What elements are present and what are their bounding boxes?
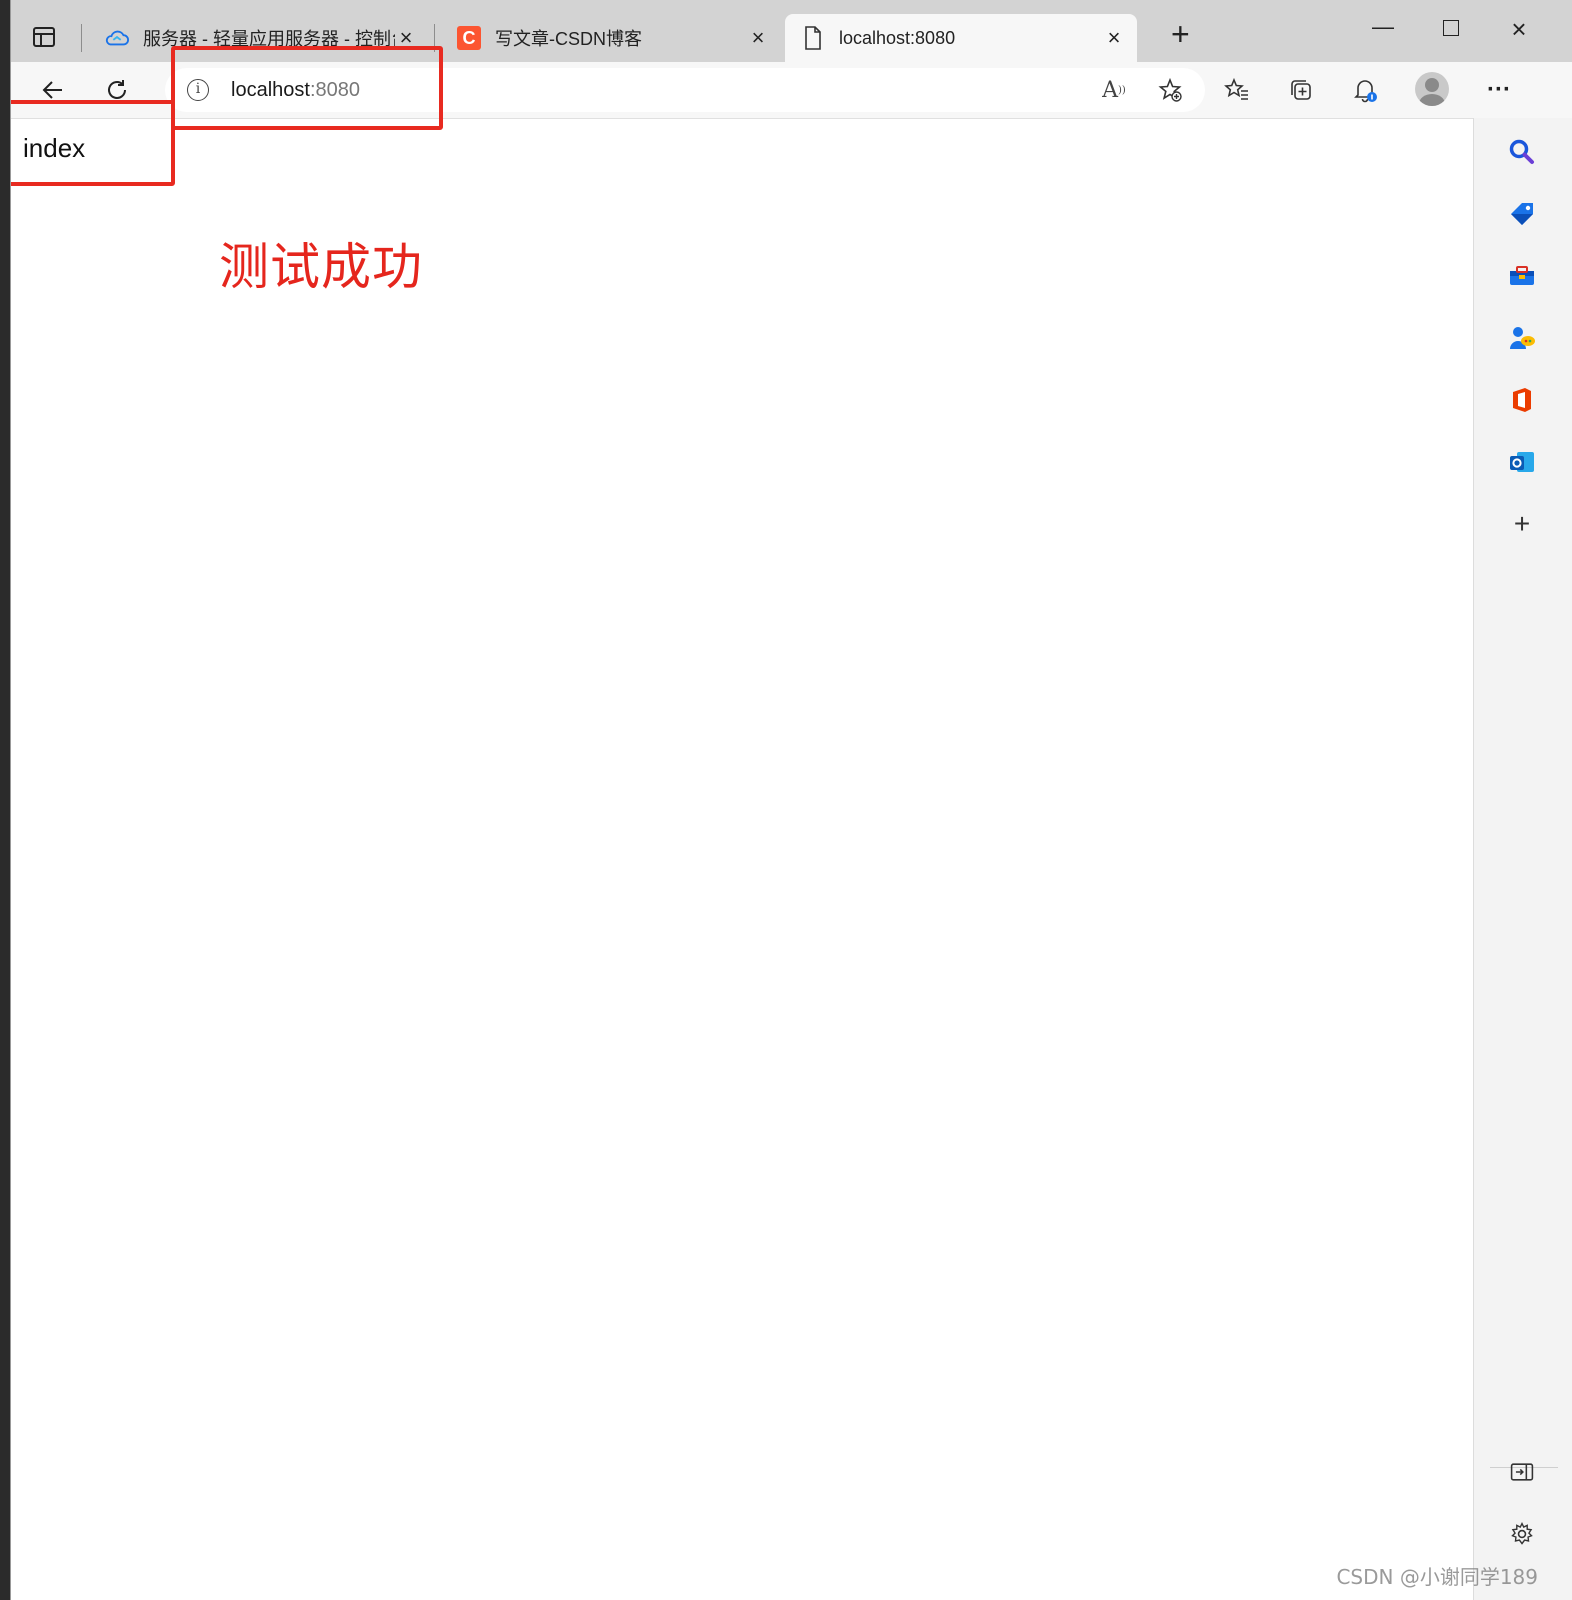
watermark: CSDN @小谢同学189	[1336, 1565, 1538, 1589]
outlook-icon[interactable]	[1502, 442, 1542, 482]
add-favorite-icon[interactable]	[1155, 76, 1185, 104]
tab-localhost[interactable]: localhost:8080 ×	[785, 14, 1137, 62]
maximize-button[interactable]	[1431, 14, 1471, 42]
page-content: index 测试成功	[11, 118, 1473, 1600]
highlight-box-index	[11, 100, 175, 186]
collections-button[interactable]	[1281, 72, 1321, 108]
search-icon[interactable]	[1502, 132, 1542, 172]
add-sidebar-app-button[interactable]: +	[1502, 504, 1542, 544]
more-menu-button[interactable]: ···	[1479, 72, 1519, 108]
tab-separator	[81, 24, 82, 52]
new-tab-button[interactable]: +	[1171, 18, 1190, 50]
page-icon	[801, 26, 825, 50]
tab-title: 写文章-CSDN博客	[495, 29, 642, 49]
minimize-button[interactable]: —	[1363, 14, 1403, 40]
collections-icon	[1291, 80, 1311, 100]
tab-title: localhost:8080	[839, 27, 956, 48]
games-icon[interactable]	[1502, 318, 1542, 358]
cloud-icon	[105, 26, 129, 50]
browser-window: 服务器 - 轻量应用服务器 - 控制台 × C 写文章-CSDN博客 × loc…	[10, 0, 1572, 1600]
close-window-button[interactable]: ×	[1499, 14, 1539, 45]
settings-gear-icon[interactable]	[1502, 1514, 1542, 1554]
tab-actions-button[interactable]	[29, 22, 59, 52]
favorites-button[interactable]	[1217, 72, 1257, 108]
close-icon[interactable]: ×	[1103, 25, 1125, 51]
shopping-tag-icon[interactable]	[1502, 194, 1542, 234]
tools-icon[interactable]	[1502, 256, 1542, 296]
bell-icon	[1354, 80, 1377, 103]
edge-sidebar: +	[1473, 118, 1572, 1600]
hide-sidebar-icon[interactable]	[1502, 1452, 1542, 1492]
profile-avatar[interactable]	[1415, 72, 1449, 106]
favorites-icon	[1224, 77, 1248, 100]
office-icon[interactable]	[1502, 380, 1542, 420]
close-icon[interactable]: ×	[747, 25, 769, 51]
highlight-box-address	[171, 46, 443, 130]
notifications-button[interactable]	[1345, 72, 1385, 108]
maximize-icon	[1443, 20, 1459, 36]
tab-actions-icon	[33, 27, 55, 47]
csdn-icon: C	[457, 26, 481, 50]
tab-csdn-write[interactable]: C 写文章-CSDN博客 ×	[441, 14, 781, 62]
annotation-text: 测试成功	[219, 238, 423, 296]
read-aloud-icon[interactable]: A))	[1099, 76, 1129, 104]
